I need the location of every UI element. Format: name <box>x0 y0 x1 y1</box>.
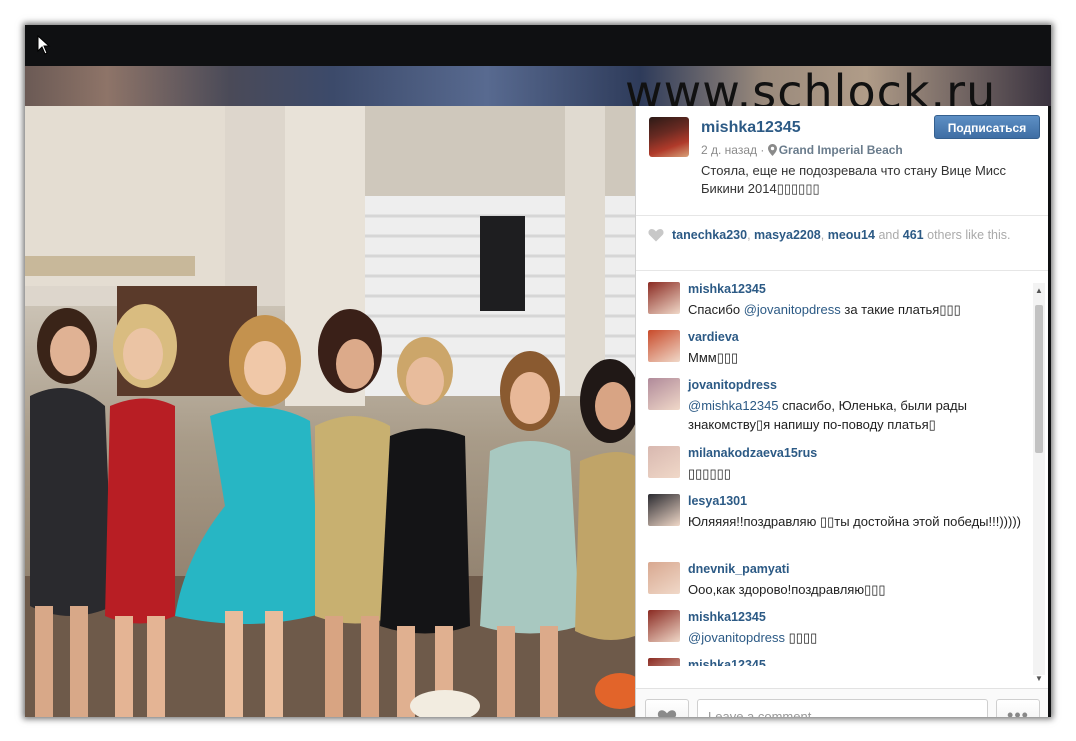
heart-icon <box>648 229 664 242</box>
comment-username[interactable]: mishka12345 <box>688 610 766 624</box>
cursor-icon <box>37 35 51 55</box>
likes-and: and <box>878 228 900 242</box>
like-user[interactable]: masya2208 <box>754 228 821 242</box>
comment-input[interactable]: Leave a comment... <box>697 699 988 717</box>
comment-avatar[interactable] <box>648 658 680 666</box>
comment-avatar[interactable] <box>648 446 680 478</box>
post-header: mishka12345 Подписаться 2 д. назад · Gra… <box>636 106 1048 216</box>
likes-suffix: others like this. <box>927 228 1011 242</box>
comment-username[interactable]: mishka12345 <box>688 282 766 296</box>
post-caption: Стояла, еще не подозревала что стану Виц… <box>701 163 1007 196</box>
comment-mention[interactable]: @jovanitopdress <box>744 302 841 317</box>
comment-username[interactable]: vardieva <box>688 330 739 344</box>
comment-avatar[interactable] <box>648 330 680 362</box>
follow-button[interactable]: Подписаться <box>934 115 1040 139</box>
post-sidebar: mishka12345 Подписаться 2 д. назад · Gra… <box>635 106 1048 717</box>
comment-username[interactable]: milanakodzaeva15rus <box>688 446 817 460</box>
post-location[interactable]: Grand Imperial Beach <box>779 143 903 157</box>
comment-mention[interactable]: @mishka12345 <box>688 398 779 413</box>
comment-text: Спасибо @jovanitopdress за такие платья▯… <box>688 300 1028 319</box>
comment-text-part: Ммм▯▯▯ <box>688 350 739 365</box>
comment-text-part: ▯▯▯▯▯▯ <box>688 466 731 481</box>
comment-text: Юляяяя!!поздравляю ▯▯ты достойна этой по… <box>688 512 1028 531</box>
comment-text: Ммм▯▯▯ <box>688 348 1028 367</box>
comment-username[interactable]: dnevnik_pamyati <box>688 562 789 576</box>
comment-username[interactable]: mishka12345 <box>688 658 766 666</box>
scroll-down-icon[interactable]: ▼ <box>1035 674 1043 683</box>
pin-icon <box>767 144 777 156</box>
more-options-button[interactable]: ••• <box>996 699 1040 717</box>
meta-separator: · <box>760 143 765 157</box>
comment-text-part: ▯▯▯▯ <box>785 630 818 645</box>
author-avatar[interactable] <box>649 117 689 157</box>
comment-avatar[interactable] <box>648 562 680 594</box>
comment-text-part: Спасибо <box>688 302 744 317</box>
comment-text: ▯▯▯▯▯▯ <box>688 464 1028 483</box>
comment-text-part: за такие платья▯▯▯ <box>840 302 961 317</box>
comment-mention[interactable]: @jovanitopdress <box>688 630 785 645</box>
like-heart-icon <box>657 710 677 717</box>
post-time[interactable]: 2 д. назад <box>701 143 757 157</box>
comment-text: @mishka12345 спасибо, Юленька, были рады… <box>688 396 1028 434</box>
comment-avatar[interactable] <box>648 378 680 410</box>
like-user[interactable]: meou14 <box>828 228 875 242</box>
comment-avatar[interactable] <box>648 494 680 526</box>
comment-text: @jovanitopdress ▯▯▯▯ <box>688 628 1028 647</box>
likes-text: tanechka230, masya2208, meou14 and 461 o… <box>672 228 1011 242</box>
comment-text: Ооо,как здорово!поздравляю▯▯▯ <box>688 580 1028 599</box>
photo-illustration <box>25 106 635 717</box>
like-button[interactable] <box>645 699 689 717</box>
likes-row: tanechka230, masya2208, meou14 and 461 o… <box>636 216 1048 271</box>
author-username[interactable]: mishka12345 <box>701 119 801 137</box>
photo-viewer-window: www.schlock.ru mishka12345 Подписаться 2… <box>25 25 1051 717</box>
comment-list[interactable]: mishka12345 Спасибо @jovanitopdress за т… <box>636 271 1034 666</box>
likes-count[interactable]: 461 <box>903 228 924 242</box>
comment-username[interactable]: jovanitopdress <box>688 378 777 392</box>
scrollbar-thumb[interactable] <box>1035 305 1043 453</box>
comment-text-part: Юляяяя!!поздравляю ▯▯ты достойна этой по… <box>688 514 1021 529</box>
scroll-up-icon[interactable]: ▲ <box>1035 286 1043 295</box>
post-photo[interactable] <box>25 106 635 717</box>
post-meta: 2 д. назад · Grand Imperial Beach <box>701 143 903 157</box>
comment-username[interactable]: lesya1301 <box>688 494 747 508</box>
comment-text-part: Ооо,как здорово!поздравляю▯▯▯ <box>688 582 886 597</box>
more-icon: ••• <box>1007 705 1029 717</box>
comment-avatar[interactable] <box>648 610 680 642</box>
comment-avatar[interactable] <box>648 282 680 314</box>
like-user[interactable]: tanechka230 <box>672 228 747 242</box>
